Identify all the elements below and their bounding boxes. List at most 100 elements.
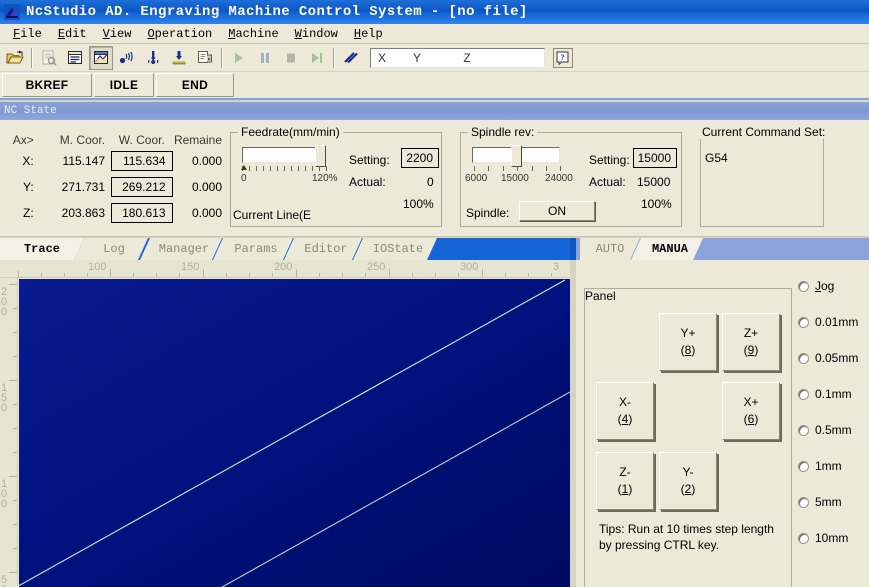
work-coord-z[interactable]: 180.613 [111, 203, 173, 223]
radio-option-5mm[interactable]: 5mm [798, 484, 868, 520]
tab-log[interactable]: Log [74, 238, 148, 260]
probe-signal-icon[interactable] [141, 46, 165, 70]
tab-trace[interactable]: Trace [0, 238, 84, 260]
radio-option-jog[interactable]: Jog [798, 268, 868, 304]
menu-bar[interactable]: File Edit View Operation Machine Window … [0, 24, 869, 44]
work-coord-y[interactable]: 269.212 [111, 177, 173, 197]
tab-manual[interactable]: MANUA [631, 238, 703, 260]
state-button-bkref[interactable]: BKREF [2, 73, 92, 97]
radio-option-0-5mm[interactable]: 0.5mm [798, 412, 868, 448]
toolbar-separator-3 [333, 47, 335, 68]
tab-auto[interactable]: AUTO [580, 238, 640, 260]
menu-edit[interactable]: Edit [51, 25, 96, 43]
feedrate-slider[interactable] [242, 145, 326, 167]
radio-button-icon[interactable] [798, 316, 809, 328]
remain-z: 0.000 [191, 206, 222, 220]
step-icon[interactable] [305, 46, 329, 70]
radio-button-icon[interactable] [798, 424, 809, 436]
step-length-radio-group: Jog 0.01mm 0.05mm 0.1mm 0.5mm 1mm 5mm 10… [798, 268, 868, 556]
menu-file[interactable]: File [6, 25, 51, 43]
radio-button-icon[interactable] [798, 352, 809, 364]
title-bar: NcStudio AD. Engraving Machine Control S… [0, 0, 869, 24]
menu-help[interactable]: Help [347, 25, 392, 43]
point-signal-icon[interactable] [115, 46, 139, 70]
feedrate-max-label: 120% [312, 173, 338, 184]
header-remain: Remaine [173, 133, 222, 147]
radio-button-icon[interactable] [798, 496, 809, 508]
play-icon[interactable] [227, 46, 251, 70]
radio-button-icon[interactable] [798, 388, 809, 400]
horizontal-ruler: 100 150 200 250 300 3 [0, 260, 570, 278]
remain-y: 0.000 [191, 180, 222, 194]
feedrate-setting-value[interactable]: 2200 [401, 148, 439, 168]
feedrate-actual-label: Actual: [349, 175, 386, 189]
jog-button-y-plus[interactable]: Y+ (8) [659, 313, 717, 371]
coordinate-display-field[interactable]: X Y Z [370, 47, 545, 68]
state-button-end[interactable]: END [156, 73, 234, 97]
tool-down-icon[interactable] [167, 46, 191, 70]
copy-page-icon[interactable] [193, 46, 217, 70]
menu-machine[interactable]: Machine [221, 25, 287, 43]
remain-x: 0.000 [191, 154, 222, 168]
menu-view[interactable]: View [96, 25, 141, 43]
menu-window[interactable]: Window [288, 25, 347, 43]
stop-icon[interactable] [279, 46, 303, 70]
document-lines-icon[interactable] [63, 46, 87, 70]
radio-button-icon[interactable] [798, 460, 809, 472]
ruler-label-h-200: 200 [274, 261, 293, 273]
jog-button-x-plus[interactable]: X+ (6) [722, 382, 780, 440]
tab-editor-label: Editor [304, 242, 348, 256]
radio-label-5mm: 5mm [815, 495, 842, 509]
radio-option-0-01mm[interactable]: 0.01mm [798, 304, 868, 340]
tab-params[interactable]: Params [213, 238, 293, 260]
spindle-actual-label: Actual: [589, 175, 626, 189]
spindle-on-button[interactable]: ON [519, 201, 595, 221]
trace-canvas[interactable] [19, 279, 570, 587]
state-button-idle[interactable]: IDLE [94, 73, 154, 97]
spindle-state-label: Spindle: [466, 206, 510, 220]
tab-auto-label: AUTO [595, 242, 625, 256]
spindle-slider-thumb[interactable] [511, 145, 522, 167]
spindle-setting-value[interactable]: 15000 [633, 148, 677, 168]
tab-params-label: Params [234, 242, 278, 256]
simulate-icon[interactable] [339, 46, 363, 70]
app-icon [4, 4, 20, 20]
radio-button-icon[interactable] [798, 280, 809, 292]
radio-label-1mm: 1mm [815, 459, 842, 473]
tab-iostate[interactable]: IOState [353, 238, 437, 260]
radio-option-1mm[interactable]: 1mm [798, 448, 868, 484]
coordinate-table: Ax> M. Coor. W. Coor. Remaine X: 115.147… [6, 132, 224, 226]
work-coord-x[interactable]: 115.634 [111, 151, 173, 171]
spindle-group: Spindle rev: 6000 15000 24000 Setting: 1… [460, 125, 682, 227]
menu-operation[interactable]: Operation [140, 25, 221, 43]
radio-option-0-05mm[interactable]: 0.05mm [798, 340, 868, 376]
jog-button-y-minus[interactable]: Y- (2) [659, 452, 717, 510]
axis-label-z: Z: [23, 206, 34, 220]
radio-option-0-1mm[interactable]: 0.1mm [798, 376, 868, 412]
radio-button-icon[interactable] [798, 532, 809, 544]
tab-trace-label: Trace [23, 242, 60, 256]
jog-y-minus-label: Y- [682, 465, 694, 479]
jog-button-x-minus[interactable]: X- (4) [596, 382, 654, 440]
open-folder-icon[interactable] [3, 46, 27, 70]
jog-x-plus-key: (6) [743, 412, 759, 426]
jog-button-z-minus[interactable]: Z- (1) [596, 452, 654, 510]
ruler-label-h-100: 100 [88, 261, 107, 273]
tab-editor[interactable]: Editor [284, 238, 362, 260]
jog-z-minus-key: (1) [617, 482, 633, 496]
jog-button-z-plus[interactable]: Z+ (9) [722, 313, 780, 371]
jog-y-plus-key: (8) [680, 343, 696, 357]
spindle-slider[interactable] [472, 145, 560, 167]
tab-manager[interactable]: Manager [140, 238, 222, 260]
tab-iostate-label: IOState [372, 242, 424, 256]
radio-option-10mm[interactable]: 10mm [798, 520, 868, 556]
document-search-icon[interactable] [37, 46, 61, 70]
help-question-icon[interactable]: ? [553, 47, 573, 68]
spindle-tick-label-max: 24000 [545, 173, 573, 184]
window-title: NcStudio AD. Engraving Machine Control S… [26, 4, 528, 20]
command-set-value: G54 [705, 151, 728, 165]
pause-icon[interactable] [253, 46, 277, 70]
trace-window-icon[interactable] [89, 45, 113, 70]
tab-manual-label: MANUA [651, 242, 688, 256]
feedrate-slider-thumb[interactable] [315, 145, 326, 167]
